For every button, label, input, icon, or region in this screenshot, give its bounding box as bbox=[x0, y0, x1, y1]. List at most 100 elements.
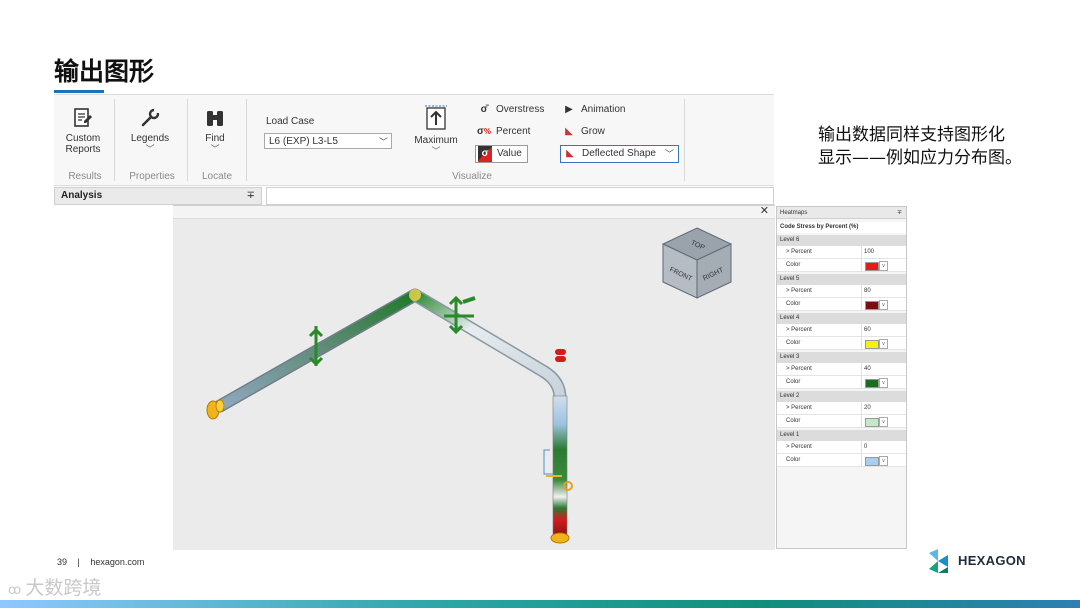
footer-site: hexagon.com bbox=[90, 557, 145, 567]
chevron-down-icon: ﹀ bbox=[664, 149, 674, 159]
overstress-label: Overstress bbox=[496, 104, 545, 115]
group-label-visualize: Visualize bbox=[452, 171, 492, 182]
percent-key: > Percent bbox=[786, 405, 812, 411]
heatmap-color-row: Color v bbox=[777, 298, 906, 311]
heatmap-level-header[interactable]: Level 2 bbox=[777, 391, 906, 402]
grow-label: Grow bbox=[581, 126, 605, 137]
legends-button[interactable]: Legends ﹀ bbox=[124, 107, 176, 155]
heatmap-percent-row: > Percent 100 bbox=[777, 246, 906, 259]
animation-button[interactable]: ▶ Animation bbox=[562, 102, 625, 118]
ribbon-toolbar: Custom Reports Results Legends ﹀ Propert… bbox=[54, 94, 774, 186]
footer-separator: | bbox=[77, 557, 80, 567]
heatmap-color-row: Color v bbox=[777, 376, 906, 389]
view-cube[interactable]: TOP FRONT RIGHT bbox=[659, 224, 735, 302]
percent-value-field[interactable]: 60 bbox=[861, 324, 906, 337]
description-line-1: 输出数据同样支持图形化 bbox=[818, 125, 1005, 145]
color-key: Color bbox=[786, 262, 801, 268]
pin-icon[interactable]: ∓ bbox=[897, 207, 902, 219]
hexagon-logo-icon bbox=[929, 549, 948, 573]
custom-reports-button[interactable]: Custom Reports bbox=[60, 107, 106, 155]
color-picker[interactable]: v bbox=[861, 415, 906, 428]
percent-value-field[interactable]: 80 bbox=[861, 285, 906, 298]
red-restraint-icon bbox=[555, 349, 566, 362]
percent-value-field[interactable]: 40 bbox=[861, 363, 906, 376]
ribbon-separator bbox=[187, 99, 188, 181]
legends-label: Legends bbox=[130, 133, 170, 144]
heatmap-color-row: Color v bbox=[777, 415, 906, 428]
model-viewport[interactable]: ✕ TOP FRONT RIGHT bbox=[173, 205, 775, 550]
load-case-label: Load Case bbox=[266, 116, 315, 127]
grow-icon: ◣ bbox=[565, 126, 573, 137]
find-label: Find bbox=[205, 133, 225, 144]
color-picker[interactable]: v bbox=[861, 337, 906, 350]
analysis-tab-label: Analysis bbox=[61, 190, 103, 201]
heatmap-percent-row: > Percent 20 bbox=[777, 402, 906, 415]
ribbon-separator bbox=[114, 99, 115, 181]
chevron-down-icon[interactable]: v bbox=[879, 378, 888, 388]
chevron-down-icon[interactable]: v bbox=[879, 417, 888, 427]
heatmap-level-header[interactable]: Level 6 bbox=[777, 235, 906, 246]
grow-button[interactable]: ◣ Grow bbox=[562, 124, 605, 140]
slide-title: 输出图形 bbox=[54, 57, 155, 86]
color-swatch bbox=[865, 262, 879, 271]
color-picker[interactable]: v bbox=[861, 259, 906, 272]
percent-value-field[interactable]: 20 bbox=[861, 402, 906, 415]
chevron-down-icon: ﹀ bbox=[431, 146, 441, 156]
chevron-down-icon[interactable]: v bbox=[879, 300, 888, 310]
heatmap-percent-row: > Percent 60 bbox=[777, 324, 906, 337]
percent-value-field[interactable]: 0 bbox=[861, 441, 906, 454]
bottom-color-bar bbox=[0, 600, 1080, 608]
percent-button[interactable]: σ% Percent bbox=[477, 124, 530, 140]
color-key: Color bbox=[786, 340, 801, 346]
value-button[interactable]: σ Value bbox=[475, 145, 528, 163]
slide-footer: 39 | hexagon.com bbox=[57, 557, 144, 567]
load-case-select[interactable]: L6 (EXP) L3-L5 ﹀ bbox=[264, 133, 392, 149]
custom-reports-label-2: Reports bbox=[65, 144, 101, 155]
color-picker[interactable]: v bbox=[861, 376, 906, 389]
maximum-button[interactable]: Maximum ﹀ bbox=[410, 105, 462, 157]
heatmaps-title: Heatmaps bbox=[780, 210, 808, 216]
pin-icon[interactable]: ∓ bbox=[247, 188, 255, 204]
page-number: 39 bbox=[57, 557, 68, 567]
heatmap-level-header[interactable]: Level 1 bbox=[777, 430, 906, 441]
sigma-icon: σ̄ bbox=[480, 104, 488, 115]
report-icon bbox=[74, 108, 92, 127]
sigma-percent-icon: σ% bbox=[477, 126, 491, 137]
heatmaps-subtitle: Code Stress by Percent (%) bbox=[777, 222, 906, 233]
wrench-icon bbox=[141, 108, 160, 127]
ribbon-separator bbox=[684, 99, 685, 181]
heatmap-level-header[interactable]: Level 4 bbox=[777, 313, 906, 324]
brand-name: HEXAGON bbox=[958, 553, 1026, 568]
heatmap-level-header[interactable]: Level 5 bbox=[777, 274, 906, 285]
ribbon-separator bbox=[246, 99, 247, 181]
play-icon: ▶ bbox=[565, 104, 573, 115]
heatmap-percent-row: > Percent 40 bbox=[777, 363, 906, 376]
color-swatch bbox=[865, 340, 879, 349]
title-underline bbox=[54, 90, 104, 93]
percent-value-field[interactable]: 100 bbox=[861, 246, 906, 259]
find-button[interactable]: Find ﹀ bbox=[195, 107, 235, 155]
color-picker[interactable]: v bbox=[861, 454, 906, 467]
analysis-tab[interactable]: Analysis ∓ bbox=[54, 187, 262, 205]
deflected-shape-select[interactable]: ◣ Deflected Shape ﹀ bbox=[560, 145, 679, 163]
chevron-down-icon[interactable]: v bbox=[879, 261, 888, 271]
chevron-down-icon[interactable]: v bbox=[879, 456, 888, 466]
color-picker[interactable]: v bbox=[861, 298, 906, 311]
heatmap-percent-row: > Percent 0 bbox=[777, 441, 906, 454]
chevron-down-icon: ﹀ bbox=[378, 137, 388, 147]
group-label-results: Results bbox=[68, 171, 102, 182]
color-swatch bbox=[865, 457, 879, 466]
chevron-down-icon: ﹀ bbox=[145, 144, 155, 154]
document-tab-strip bbox=[266, 187, 774, 205]
percent-label: Percent bbox=[496, 126, 531, 137]
color-swatch bbox=[865, 418, 879, 427]
chevron-down-icon: ﹀ bbox=[210, 144, 220, 154]
chevron-down-icon[interactable]: v bbox=[879, 339, 888, 349]
overstress-button[interactable]: σ̄ Overstress bbox=[477, 102, 545, 118]
custom-reports-label-1: Custom bbox=[65, 133, 101, 144]
color-key: Color bbox=[786, 418, 801, 424]
heatmap-level-header[interactable]: Level 3 bbox=[777, 352, 906, 363]
percent-key: > Percent bbox=[786, 444, 812, 450]
heatmaps-titlebar: Heatmaps ∓ bbox=[777, 207, 906, 219]
watermark-icon: ꝏ bbox=[8, 583, 26, 598]
